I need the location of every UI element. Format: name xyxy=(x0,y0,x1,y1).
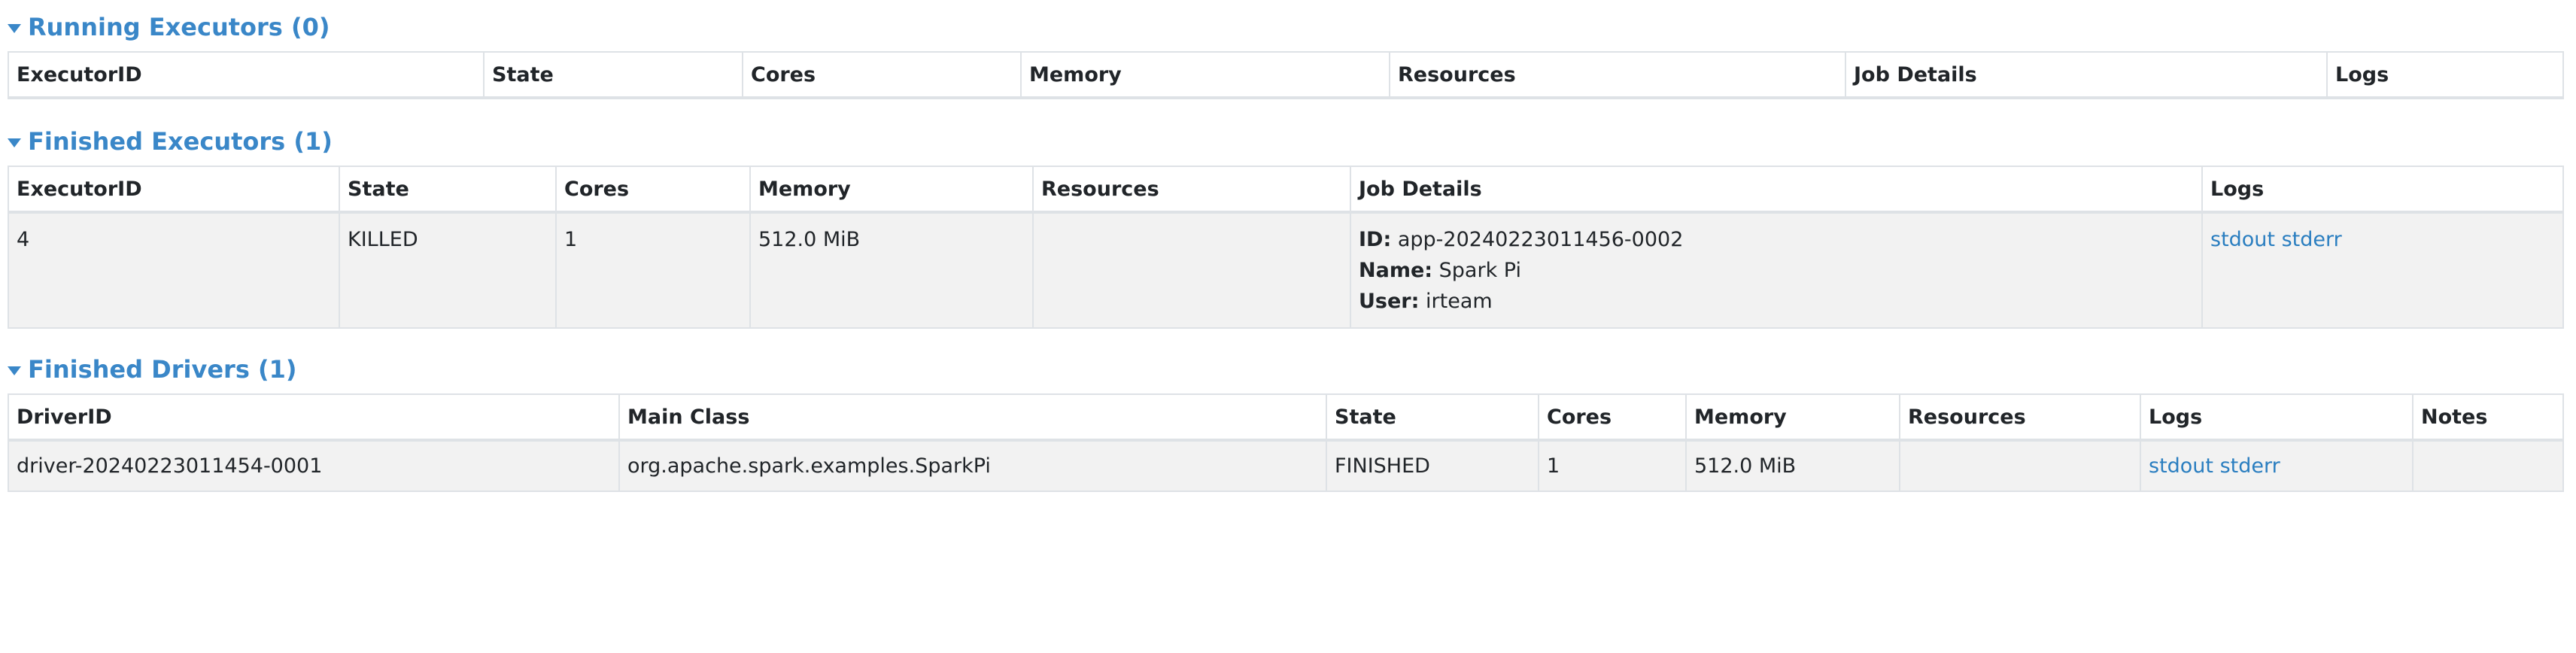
column-header[interactable]: Logs xyxy=(2201,166,2564,214)
table-header-row: DriverID Main Class State Cores Memory R… xyxy=(8,393,2564,442)
stderr-link[interactable]: stderr xyxy=(2282,228,2342,251)
job-id-label: ID: xyxy=(1359,228,1392,251)
executor-id-cell: 4 xyxy=(8,211,340,329)
cores-cell: 1 xyxy=(1538,439,1687,492)
finished-executors-header[interactable]: Finished Executors (1) xyxy=(8,117,2576,166)
job-name-value: Spark Pi xyxy=(1438,259,1521,282)
column-header[interactable]: Memory xyxy=(1685,393,1900,442)
column-header[interactable]: Job Details xyxy=(1350,166,2203,214)
finished-drivers-header[interactable]: Finished Drivers (1) xyxy=(8,345,2576,393)
column-header[interactable]: Cores xyxy=(742,51,1022,99)
finished-executors-title: Finished Executors (1) xyxy=(28,127,333,156)
running-executors-header[interactable]: Running Executors (0) xyxy=(8,3,2576,51)
caret-down-icon xyxy=(8,138,21,147)
column-header[interactable]: State xyxy=(483,51,743,99)
state-cell: FINISHED xyxy=(1326,439,1539,492)
stdout-link[interactable]: stdout xyxy=(2149,454,2213,478)
column-header[interactable]: Main Class xyxy=(618,393,1327,442)
driver-id-cell: driver-20240223011454-0001 xyxy=(8,439,620,492)
column-header[interactable]: Job Details xyxy=(1845,51,2328,99)
job-name-line: Name: Spark Pi xyxy=(1359,255,2194,286)
column-header[interactable]: DriverID xyxy=(8,393,620,442)
column-header[interactable]: ExecutorID xyxy=(8,51,485,99)
column-header[interactable]: State xyxy=(339,166,557,214)
column-header[interactable]: Logs xyxy=(2140,393,2413,442)
cores-cell: 1 xyxy=(555,211,751,329)
running-executors-title: Running Executors (0) xyxy=(28,13,330,41)
running-executors-table: ExecutorID State Cores Memory Resources … xyxy=(8,51,2564,99)
job-name-label: Name: xyxy=(1359,259,1433,282)
column-header[interactable]: Cores xyxy=(1538,393,1687,442)
table-row: driver-20240223011454-0001 org.apache.sp… xyxy=(8,439,2564,492)
resources-cell xyxy=(1032,211,1351,329)
table-header-row: ExecutorID State Cores Memory Resources … xyxy=(8,166,2564,214)
column-header[interactable]: Resources xyxy=(1032,166,1351,214)
column-header[interactable]: ExecutorID xyxy=(8,166,340,214)
job-user-value: irteam xyxy=(1426,290,1493,313)
main-class-cell: org.apache.spark.examples.SparkPi xyxy=(618,439,1327,492)
finished-drivers-title: Finished Drivers (1) xyxy=(28,355,297,384)
column-header[interactable]: Memory xyxy=(749,166,1034,214)
job-id-value: app-20240223011456-0002 xyxy=(1397,228,1684,251)
notes-cell xyxy=(2412,439,2564,492)
memory-cell: 512.0 MiB xyxy=(749,211,1034,329)
table-row: 4 KILLED 1 512.0 MiB ID: app-20240223011… xyxy=(8,211,2564,329)
job-user-line: User: irteam xyxy=(1359,286,2194,317)
job-details-cell: ID: app-20240223011456-0002 Name: Spark … xyxy=(1350,211,2203,329)
finished-drivers-table: DriverID Main Class State Cores Memory R… xyxy=(8,393,2564,492)
stderr-link[interactable]: stderr xyxy=(2220,454,2280,478)
column-header[interactable]: State xyxy=(1326,393,1539,442)
caret-down-icon xyxy=(8,24,21,33)
logs-cell: stdout stderr xyxy=(2140,439,2413,492)
memory-cell: 512.0 MiB xyxy=(1685,439,1900,492)
state-cell: KILLED xyxy=(339,211,557,329)
resources-cell xyxy=(1899,439,2141,492)
finished-executors-table: ExecutorID State Cores Memory Resources … xyxy=(8,166,2564,329)
column-header[interactable]: Resources xyxy=(1899,393,2141,442)
page: Running Executors (0) ExecutorID State C… xyxy=(0,3,2576,653)
column-header[interactable]: Logs xyxy=(2326,51,2564,99)
job-id-line: ID: app-20240223011456-0002 xyxy=(1359,224,2194,255)
stdout-link[interactable]: stdout xyxy=(2210,228,2275,251)
logs-cell: stdout stderr xyxy=(2201,211,2564,329)
column-header[interactable]: Notes xyxy=(2412,393,2564,442)
caret-down-icon xyxy=(8,366,21,375)
column-header[interactable]: Memory xyxy=(1020,51,1390,99)
column-header[interactable]: Cores xyxy=(555,166,751,214)
column-header[interactable]: Resources xyxy=(1389,51,1846,99)
job-user-label: User: xyxy=(1359,290,1420,313)
table-header-row: ExecutorID State Cores Memory Resources … xyxy=(8,51,2564,99)
